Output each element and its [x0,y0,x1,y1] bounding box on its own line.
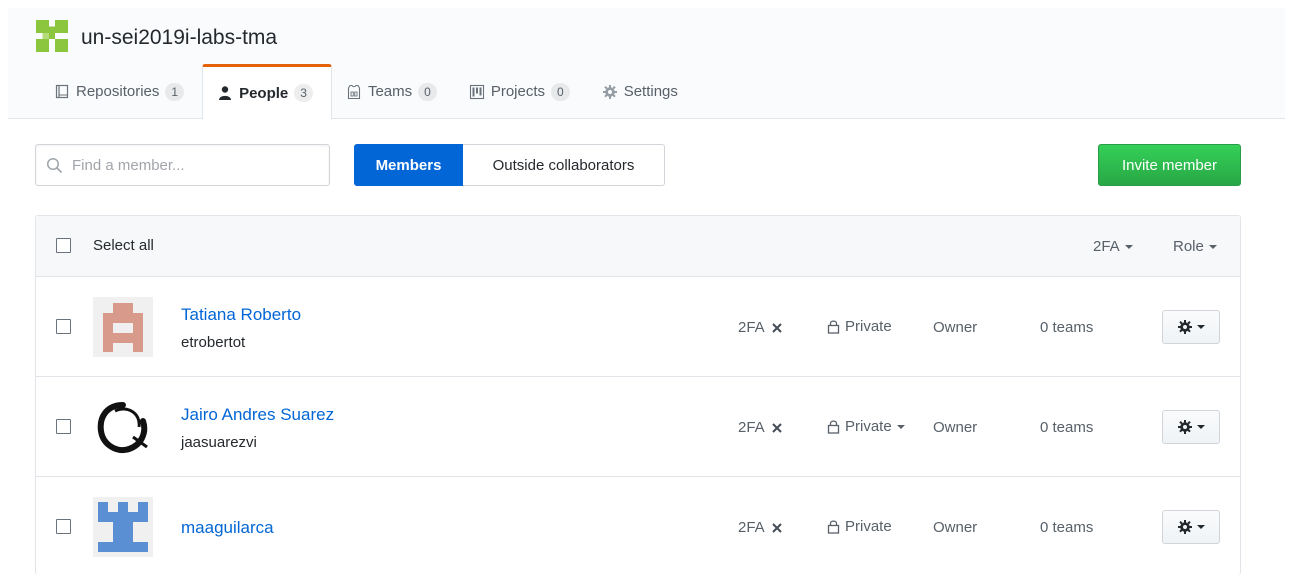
tab-label: Teams [367,83,413,100]
membership-visibility-dropdown[interactable]: Private [827,418,905,435]
member-login: jaasuarezvi [181,434,257,451]
repo-icon [54,84,70,100]
gear-icon [1178,520,1192,534]
member-settings-button[interactable] [1162,410,1220,444]
tab-settings[interactable]: Settings [588,64,696,119]
caret-down-icon [1197,325,1205,329]
member-login: etrobertot [181,334,246,351]
member-teams[interactable]: 0 teams [1040,319,1093,336]
member-role: Owner [933,519,978,536]
search-icon [46,157,63,174]
members-table: Select all 2FA Role Tatiana Roberto etro… [35,215,1241,575]
member-search [35,144,330,186]
tab-repositories[interactable]: Repositories 1 [40,64,202,119]
outside-collaborators-button[interactable]: Outside collaborators [463,144,665,186]
filter-role-label: Role [1173,238,1204,255]
filter-role-dropdown[interactable]: Role [1173,238,1217,255]
tab-people[interactable]: People 3 [202,64,332,120]
row-checkbox[interactable] [56,319,71,334]
visibility-label: Private [845,518,892,535]
member-name-link[interactable]: Tatiana Roberto [181,305,301,325]
project-icon [469,84,485,100]
member-role: Owner [933,319,978,336]
member-teams[interactable]: 0 teams [1040,519,1093,536]
member-role: Owner [933,419,978,436]
tab-label: Repositories [76,83,160,100]
select-all-label[interactable]: Select all [93,237,154,254]
tab-counter: 3 [294,84,313,102]
org-name[interactable]: un-sei2019i-labs-tma [81,24,277,52]
member-name-link[interactable]: Jairo Andres Suarez [181,405,334,425]
member-settings-button[interactable] [1162,310,1220,344]
membership-visibility: Private [827,318,892,335]
gear-icon [602,84,618,100]
row-checkbox[interactable] [56,519,71,534]
member-name-link[interactable]: maaguilarca [181,518,274,538]
twofa-status: 2FA [738,319,783,336]
twofa-label: 2FA [738,419,765,436]
caret-down-icon [1124,245,1133,250]
tab-counter: 1 [165,82,185,101]
filter-2fa-dropdown[interactable]: 2FA [1093,238,1133,255]
caret-down-icon [896,424,905,429]
avatar[interactable] [93,497,153,557]
gear-icon [1178,320,1192,334]
tab-teams[interactable]: Teams 0 [332,64,455,119]
gear-icon [1178,420,1192,434]
visibility-label: Private [845,418,892,435]
caret-down-icon [1197,425,1205,429]
tab-label: People [239,84,289,102]
x-icon [771,322,782,333]
x-icon [771,422,782,433]
person-icon [217,85,233,101]
avatar[interactable] [93,397,153,457]
member-teams[interactable]: 0 teams [1040,419,1093,436]
jersey-icon [346,84,362,100]
tab-projects[interactable]: Projects 0 [455,64,588,119]
twofa-label: 2FA [738,319,765,336]
members-button[interactable]: Members [354,144,463,186]
select-all-checkbox[interactable] [56,238,71,253]
caret-down-icon [1208,245,1217,250]
search-input[interactable] [72,145,322,185]
lock-icon [827,520,840,534]
caret-down-icon [1197,525,1205,529]
lock-icon [827,320,840,334]
row-checkbox[interactable] [56,419,71,434]
tab-counter: 0 [418,82,437,101]
lock-icon [827,420,840,434]
invite-member-button[interactable]: Invite member [1098,144,1241,186]
member-type-toggle: Members Outside collaborators [354,144,665,186]
visibility-label: Private [845,318,892,335]
twofa-label: 2FA [738,519,765,536]
org-tabs: Repositories 1 People 3 Teams 0 Projects… [40,64,696,120]
table-row: Tatiana Roberto etrobertot 2FA Private O… [36,277,1240,377]
tab-label: Projects [490,83,545,100]
tab-label: Settings [623,83,678,100]
avatar[interactable] [93,297,153,357]
member-settings-button[interactable] [1162,510,1220,544]
twofa-status: 2FA [738,519,783,536]
tab-counter: 0 [551,82,570,101]
twofa-status: 2FA [738,419,783,436]
x-icon [771,522,782,533]
table-row: maaguilarca 2FA Private Owner 0 teams [36,477,1240,575]
org-header: un-sei2019i-labs-tma Repositories 1 Peop… [8,8,1285,120]
filter-2fa-label: 2FA [1093,238,1120,255]
org-avatar-icon[interactable] [36,20,68,52]
table-row: Jairo Andres Suarez jaasuarezvi 2FA Priv… [36,377,1240,477]
table-header: Select all 2FA Role [36,216,1240,277]
membership-visibility: Private [827,518,892,535]
